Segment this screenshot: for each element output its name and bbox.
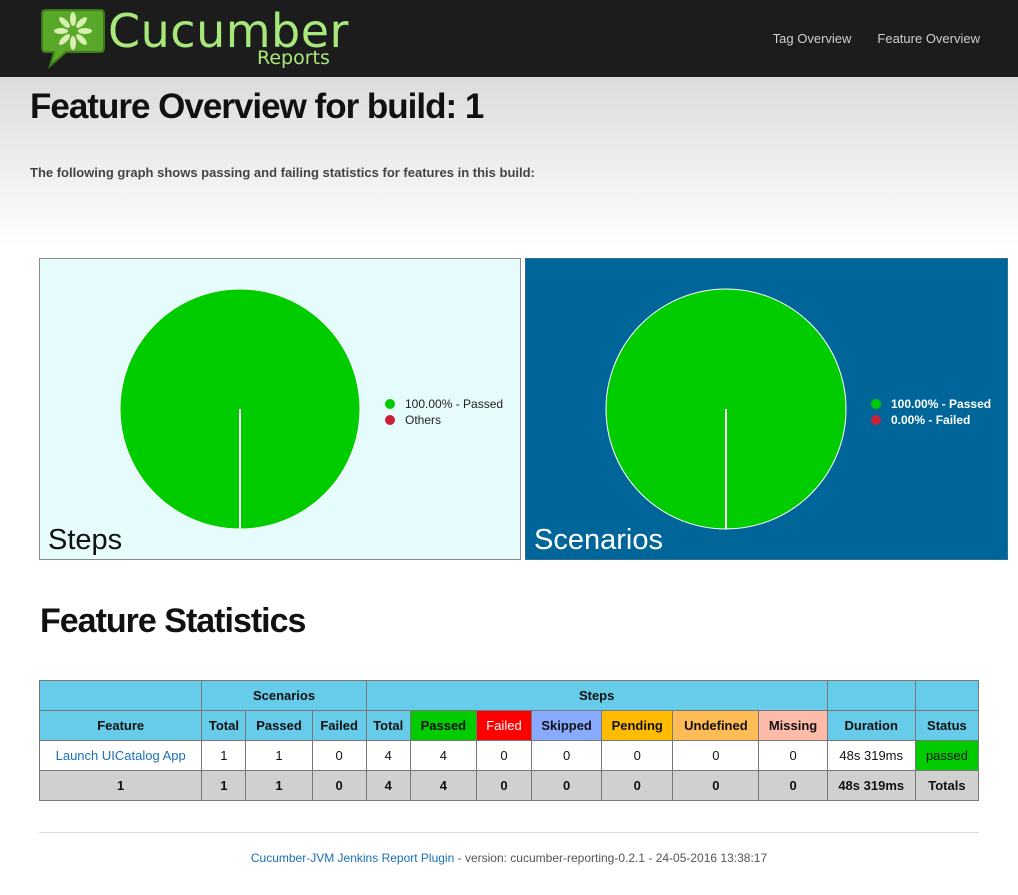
legend-item-others: Others xyxy=(385,412,503,428)
totals-steps-pending: 0 xyxy=(601,770,674,801)
feature-cell: Launch UICatalog App xyxy=(38,740,203,771)
cell-scenarios-total: 1 xyxy=(201,740,247,771)
col-steps-failed: Failed xyxy=(475,710,533,741)
cucumber-logo[interactable]: Cucumber Reports xyxy=(40,4,360,74)
totals-feature-count: 1 xyxy=(38,770,203,801)
col-scenarios-passed: Passed xyxy=(245,710,313,741)
nav-feature-overview[interactable]: Feature Overview xyxy=(877,31,980,46)
top-nav: Tag Overview Feature Overview xyxy=(773,31,980,46)
footer-version-text: - version: cucumber-reporting-0.2.1 - 24… xyxy=(454,851,768,865)
steps-chart: 100.00% - Passed Others Steps xyxy=(39,258,521,560)
col-steps-missing: Missing xyxy=(758,710,828,741)
col-scenarios-total: Total xyxy=(201,710,247,741)
col-duration: Duration xyxy=(826,710,916,741)
col-steps-total: Total xyxy=(365,710,411,741)
nav-tag-overview[interactable]: Tag Overview xyxy=(773,31,852,46)
top-bar: Cucumber Reports Tag Overview Feature Ov… xyxy=(0,0,1018,77)
cell-scenarios-passed: 1 xyxy=(245,740,313,771)
table-row: Launch UICatalog App 1 1 0 4 4 0 0 0 0 0… xyxy=(38,740,980,771)
col-scenarios-failed: Failed xyxy=(311,710,367,741)
legend-dot-failed xyxy=(871,415,881,425)
col-steps-undefined: Undefined xyxy=(672,710,760,741)
legend-label: 100.00% - Passed xyxy=(405,397,504,411)
table-header-row: Feature Total Passed Failed Total Passed… xyxy=(38,710,980,741)
totals-scenarios-failed: 0 xyxy=(311,770,367,801)
totals-steps-skipped: 0 xyxy=(531,770,603,801)
cell-duration: 48s 319ms xyxy=(826,740,916,771)
logo-subtitle: Reports xyxy=(257,47,330,69)
cell-steps-passed: 4 xyxy=(409,740,477,771)
totals-steps-failed: 0 xyxy=(475,770,533,801)
legend-item-passed: 100.00% - Passed xyxy=(871,396,991,412)
legend-label: 0.00% - Failed xyxy=(891,413,971,427)
page-title: Feature Overview for build: 1 xyxy=(30,87,484,126)
table-group-header-row: Scenarios Steps xyxy=(38,680,980,711)
legend-dot-others xyxy=(385,415,395,425)
legend-item-passed: 100.00% - Passed xyxy=(385,396,503,412)
chart-title: Scenarios xyxy=(534,524,663,556)
table-header-blank xyxy=(826,680,916,711)
legend-dot-passed xyxy=(385,399,395,409)
table-header-blank xyxy=(914,680,980,711)
legend-label: 100.00% - Passed xyxy=(891,397,992,411)
col-feature: Feature xyxy=(38,710,203,741)
totals-scenarios-total: 1 xyxy=(201,770,247,801)
totals-steps-missing: 0 xyxy=(758,770,828,801)
scenarios-legend: 100.00% - Passed 0.00% - Failed xyxy=(871,396,991,428)
totals-steps-undefined: 0 xyxy=(672,770,760,801)
scenarios-chart: 100.00% - Passed 0.00% - Failed Scenario… xyxy=(525,258,1008,560)
table-totals-row: 1 1 1 0 4 4 0 0 0 0 0 48s 319ms Totals xyxy=(38,770,980,801)
footer: Cucumber-JVM Jenkins Report Plugin - ver… xyxy=(0,851,1018,865)
cell-steps-total: 4 xyxy=(365,740,411,771)
totals-duration: 48s 319ms xyxy=(826,770,916,801)
totals-steps-passed: 4 xyxy=(409,770,477,801)
col-steps-pending: Pending xyxy=(601,710,674,741)
cell-steps-missing: 0 xyxy=(758,740,828,771)
cell-steps-undefined: 0 xyxy=(672,740,760,771)
chart-title: Steps xyxy=(48,524,123,556)
footer-divider xyxy=(39,832,979,833)
totals-label: Totals xyxy=(914,770,980,801)
cucumber-logo-icon xyxy=(41,9,105,69)
table-header-steps: Steps xyxy=(365,680,828,711)
page-subtitle: The following graph shows passing and fa… xyxy=(30,165,535,180)
cell-steps-pending: 0 xyxy=(601,740,674,771)
table-header-scenarios: Scenarios xyxy=(201,680,367,711)
legend-dot-passed xyxy=(871,399,881,409)
col-steps-skipped: Skipped xyxy=(531,710,603,741)
totals-scenarios-passed: 1 xyxy=(245,770,313,801)
legend-label: Others xyxy=(405,413,442,427)
section-title-feature-statistics: Feature Statistics xyxy=(40,602,306,640)
totals-steps-total: 4 xyxy=(365,770,411,801)
cell-status: passed xyxy=(914,740,980,771)
table-header-blank xyxy=(38,680,203,711)
col-status: Status xyxy=(914,710,980,741)
legend-item-failed: 0.00% - Failed xyxy=(871,412,991,428)
cell-scenarios-failed: 0 xyxy=(311,740,367,771)
feature-statistics-table: Scenarios Steps Feature Total Passed Fai… xyxy=(38,680,980,801)
col-steps-passed: Passed xyxy=(409,710,477,741)
cell-steps-failed: 0 xyxy=(475,740,533,771)
feature-link[interactable]: Launch UICatalog App xyxy=(56,748,186,763)
steps-legend: 100.00% - Passed Others xyxy=(385,396,503,428)
cell-steps-skipped: 0 xyxy=(531,740,603,771)
footer-plugin-link[interactable]: Cucumber-JVM Jenkins Report Plugin xyxy=(251,851,454,865)
